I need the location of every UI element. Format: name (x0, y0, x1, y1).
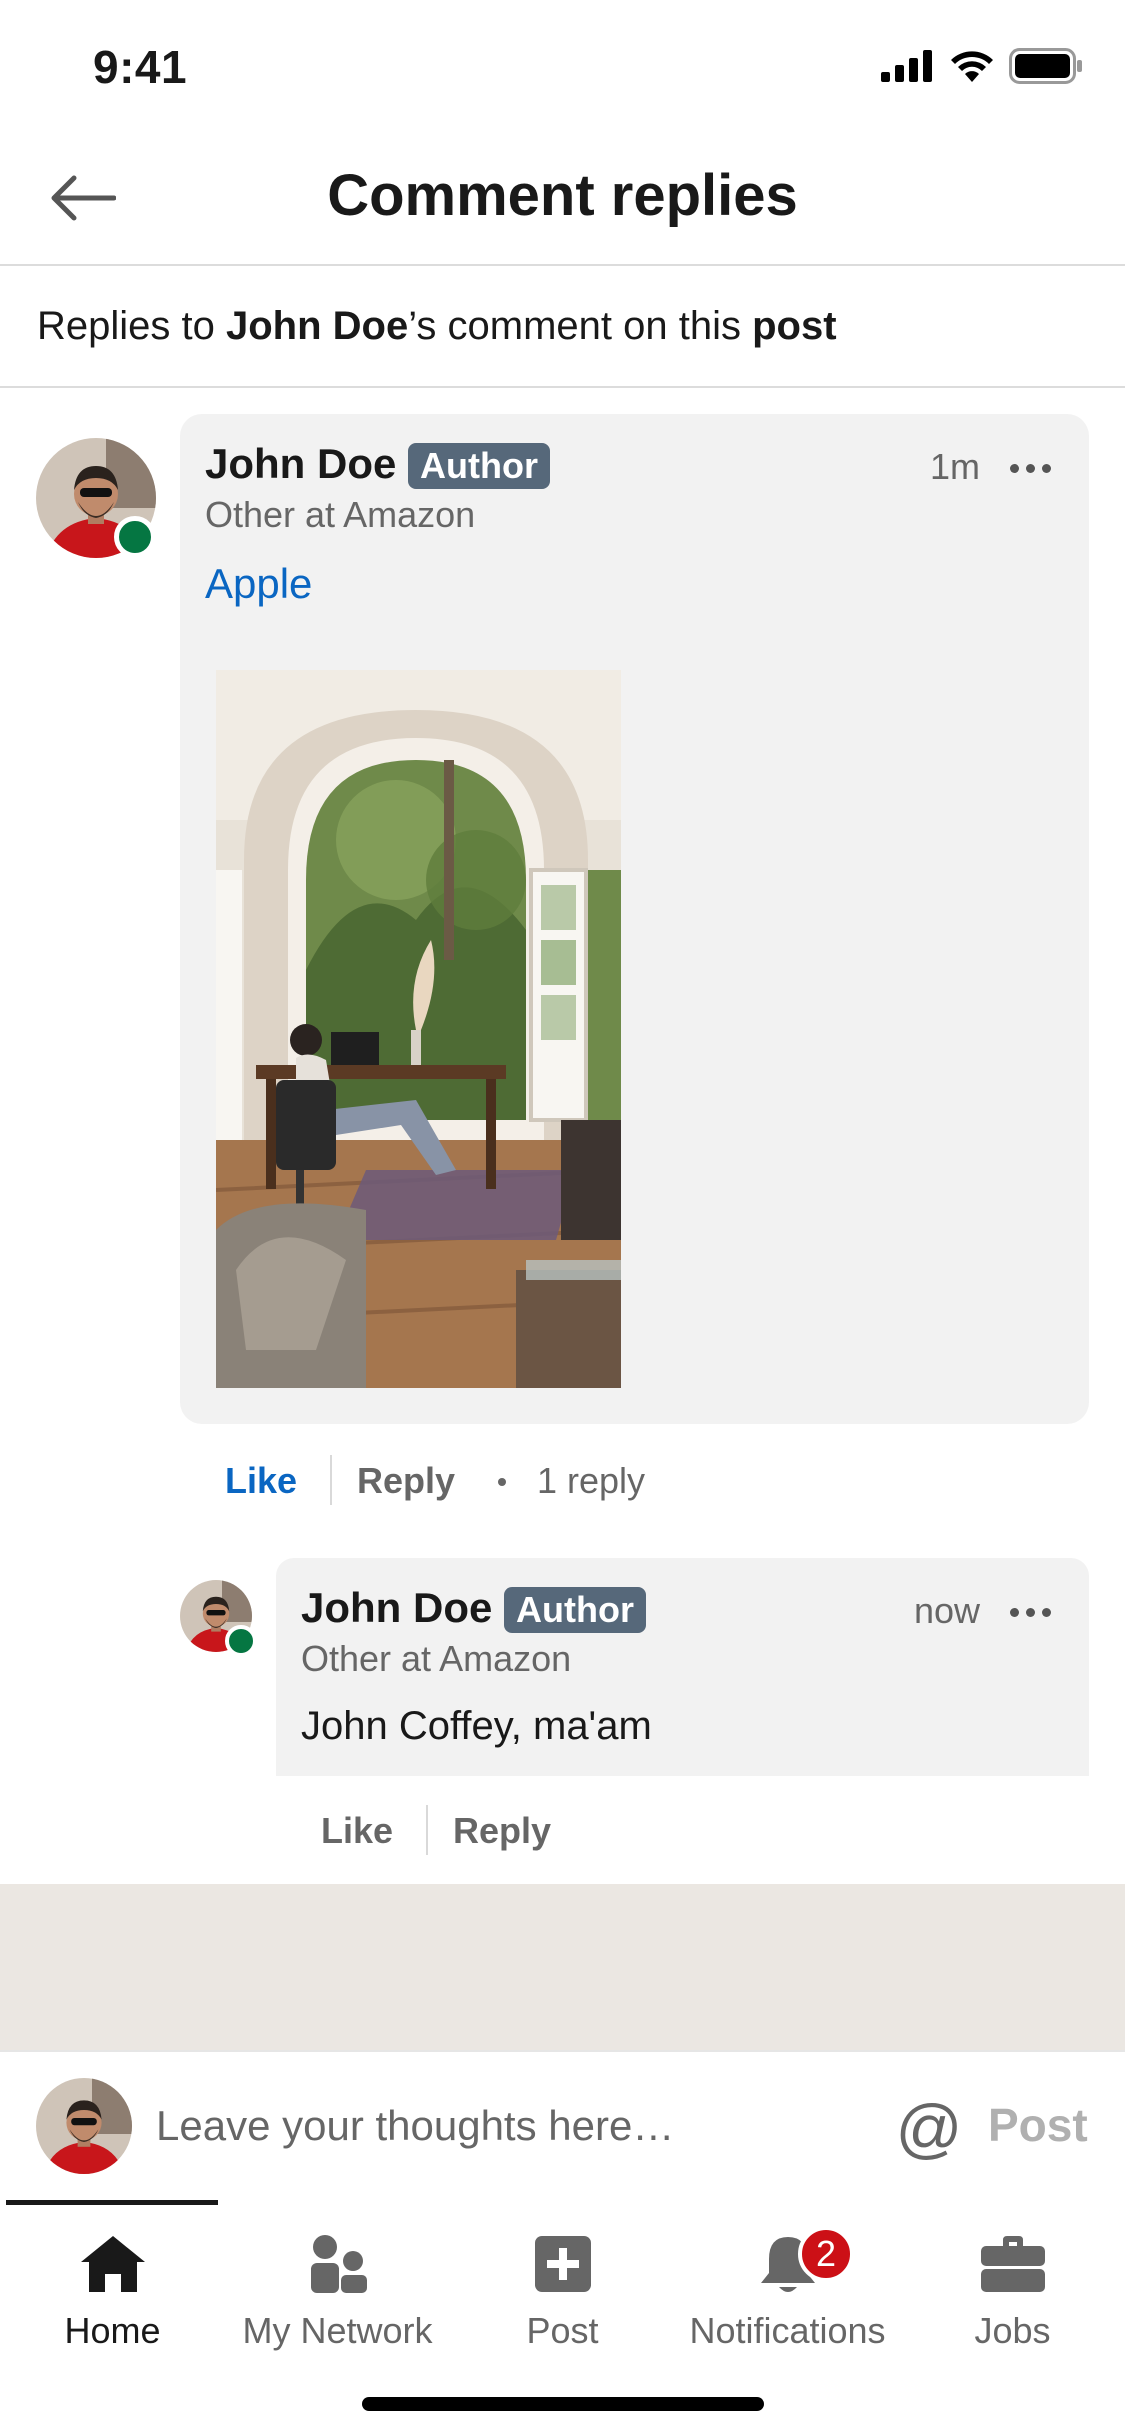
online-presence-indicator (225, 1625, 257, 1657)
briefcase-icon (977, 2232, 1049, 2296)
comment-timestamp: 1m (929, 446, 980, 487)
more-dot (1025, 463, 1035, 473)
wifi-icon (951, 51, 993, 82)
tab-label: Home (64, 2310, 161, 2351)
content-background (0, 1884, 1125, 2050)
context-post-link[interactable]: post (752, 304, 836, 349)
action-divider (426, 1805, 428, 1855)
reply-button[interactable]: Reply (357, 1460, 455, 1502)
more-dot (1009, 1607, 1019, 1617)
page-title: Comment replies (327, 163, 798, 228)
battery-icon (1009, 48, 1082, 84)
tab-my-network[interactable]: My Network (225, 2218, 450, 2358)
more-dot (1009, 463, 1019, 473)
home-icon (77, 2232, 149, 2296)
notification-count-badge: 2 (798, 2226, 854, 2282)
dot-separator (498, 1478, 506, 1486)
tab-label: Post (526, 2310, 599, 2351)
tab-label: My Network (242, 2310, 433, 2351)
status-time: 9:41 (93, 41, 188, 93)
avatar (36, 2078, 132, 2174)
reply-author-headline: Other at Amazon (301, 1638, 572, 1679)
tab-label: Jobs (974, 2310, 1051, 2351)
comment-input[interactable] (156, 2096, 856, 2156)
tab-post[interactable]: Post (450, 2218, 675, 2358)
more-dot (1041, 1607, 1051, 1617)
mention-at-button[interactable]: @ (893, 2091, 965, 2165)
network-icon (302, 2232, 374, 2296)
comment-composer: @ Post (0, 2050, 1125, 2200)
reply-text: John Coffey, ma'am (301, 1704, 652, 1748)
more-dot (1041, 463, 1051, 473)
reply-button[interactable]: Reply (453, 1810, 551, 1852)
more-dot (1025, 1607, 1035, 1617)
cellular-signal-icon (881, 50, 932, 82)
reply-count[interactable]: 1 reply (537, 1460, 645, 1502)
context-prefix: Replies to (37, 303, 226, 348)
status-bar: 9:41 (0, 0, 1125, 132)
reply-timestamp: now (913, 1590, 980, 1631)
like-button[interactable]: Like (225, 1460, 297, 1502)
home-indicator (362, 2397, 764, 2411)
company-mention-link[interactable]: Apple (205, 560, 312, 608)
tab-home[interactable]: Home (0, 2218, 225, 2358)
more-options-button[interactable] (1000, 1592, 1060, 1632)
like-button[interactable]: Like (321, 1810, 393, 1852)
tab-jobs[interactable]: Jobs (900, 2218, 1125, 2358)
reply-author-name[interactable]: John Doe (301, 1584, 492, 1632)
nav-header: Comment replies (0, 132, 1125, 266)
comment-author-name[interactable]: John Doe (205, 440, 396, 488)
tab-notifications[interactable]: 2 Notifications (675, 2218, 900, 2358)
more-options-button[interactable] (1000, 448, 1060, 488)
status-icons (881, 48, 1083, 84)
author-badge: Author (408, 443, 550, 489)
plus-square-icon (527, 2232, 599, 2296)
comment-author-headline: Other at Amazon (205, 494, 476, 535)
online-presence-indicator (114, 516, 156, 558)
tab-label: Notifications (689, 2310, 886, 2351)
context-author-name[interactable]: John Doe (226, 304, 408, 349)
context-bar: Replies to John Doe’s comment on this po… (0, 266, 1125, 388)
comment-image[interactable] (216, 670, 621, 1388)
post-comment-button[interactable]: Post (988, 2098, 1088, 2152)
active-tab-indicator (6, 2200, 218, 2205)
context-middle: ’s comment on this (408, 303, 753, 348)
action-divider (330, 1455, 332, 1505)
author-badge: Author (504, 1587, 646, 1633)
